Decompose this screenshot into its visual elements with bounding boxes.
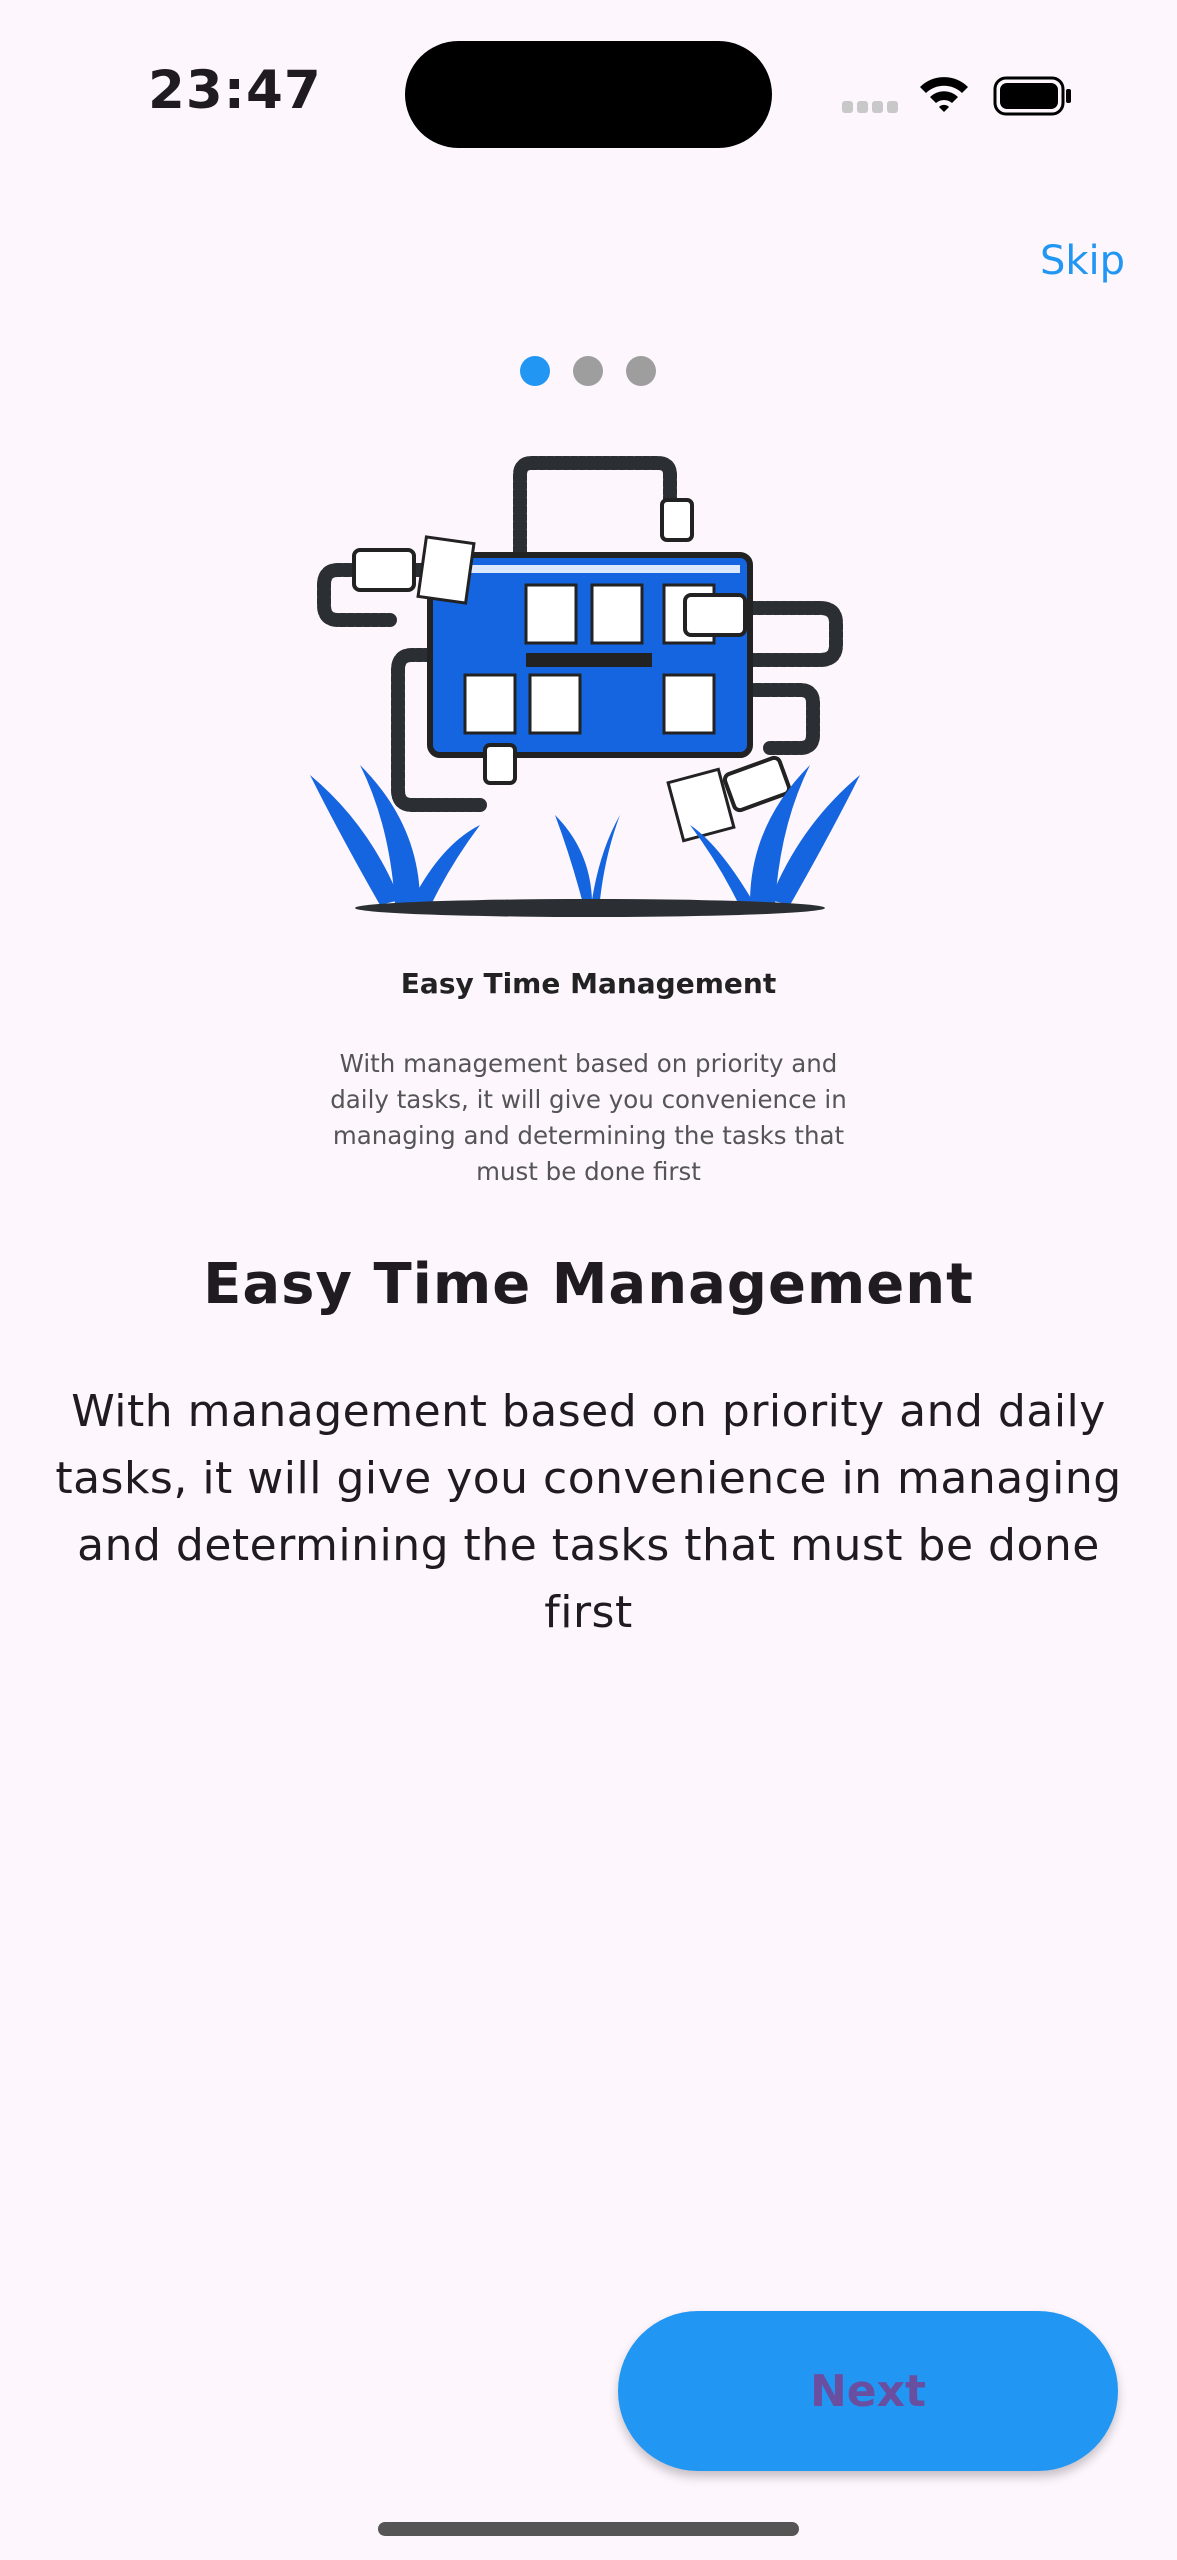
wifi-icon — [920, 77, 968, 112]
dynamic-island — [405, 41, 772, 148]
page-indicator — [520, 356, 656, 386]
next-button[interactable]: Next — [618, 2311, 1118, 2471]
page-dot-2[interactable] — [573, 356, 603, 386]
signal-icon — [842, 101, 898, 113]
onboarding-illustration — [310, 456, 860, 917]
page-description: With management based on priority and da… — [55, 1386, 1122, 1638]
battery-icon — [993, 76, 1071, 116]
illustration-description: With management based on priority and da… — [330, 1049, 847, 1186]
page-title: Easy Time Management — [203, 1252, 974, 1317]
home-indicator[interactable] — [378, 2522, 799, 2536]
page-dot-1[interactable] — [520, 356, 550, 386]
page-dot-3[interactable] — [626, 356, 656, 386]
status-time: 23:47 — [148, 60, 322, 121]
skip-button[interactable]: Skip — [1040, 238, 1125, 284]
illustration-title: Easy Time Management — [400, 967, 777, 1000]
